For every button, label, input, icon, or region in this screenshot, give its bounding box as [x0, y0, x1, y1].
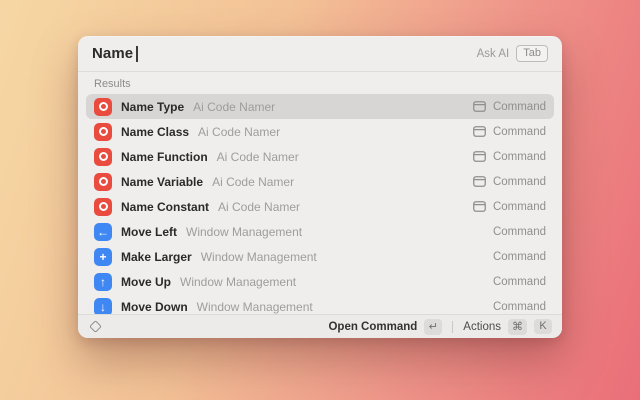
k-keycap: K: [534, 319, 552, 334]
result-title: Name Function: [121, 149, 208, 164]
result-title: Name Constant: [121, 199, 210, 214]
ask-ai-label[interactable]: Ask AI: [477, 48, 510, 60]
footer-bar: Open Command ↵ Actions ⌘ K: [78, 314, 562, 338]
raycast-logo-icon: [89, 320, 102, 333]
tab-keycap: Tab: [516, 45, 548, 62]
command-icon: [94, 147, 112, 166]
command-icon: [94, 197, 112, 216]
view-window-icon: [473, 201, 486, 212]
result-title: Name Type: [121, 99, 185, 114]
result-subtitle: Ai Code Namer: [193, 99, 276, 114]
result-row[interactable]: ↓ Move Down Window Management Command: [86, 294, 554, 314]
cmd-keycap: ⌘: [508, 318, 527, 335]
result-row[interactable]: Name Type Ai Code Namer Command: [86, 94, 554, 119]
lifebuoy-glyph: [98, 177, 108, 186]
result-type-label: Command: [492, 225, 546, 238]
result-title: Move Left: [121, 224, 178, 239]
result-type-label: Command: [492, 175, 546, 188]
search-input[interactable]: Name: [92, 45, 133, 62]
result-row[interactable]: Name Class Ai Code Namer Command: [86, 119, 554, 144]
result-type-label: Command: [492, 250, 546, 263]
command-icon: [94, 97, 112, 116]
view-window-icon: [473, 126, 486, 137]
result-subtitle: Window Management: [186, 224, 303, 239]
return-keycap: ↵: [424, 318, 443, 335]
raycast-launcher-window: Name Ask AI Tab Results Name Type Ai Cod…: [78, 36, 562, 338]
result-title: Name Variable: [121, 174, 204, 189]
result-subtitle: Window Management: [200, 249, 317, 264]
result-row[interactable]: Name Variable Ai Code Namer Command: [86, 169, 554, 194]
result-subtitle: Ai Code Namer: [212, 174, 295, 189]
result-row[interactable]: Name Constant Ai Code Namer Command: [86, 194, 554, 219]
lifebuoy-glyph: [98, 202, 108, 211]
result-title: Move Up: [121, 274, 172, 289]
command-icon: [94, 122, 112, 141]
results-section-header: Results: [94, 78, 131, 90]
lifebuoy-glyph: [98, 152, 108, 161]
result-subtitle: Window Management: [196, 299, 313, 314]
result-subtitle: Ai Code Namer: [216, 149, 299, 164]
lifebuoy-glyph: [98, 127, 108, 136]
result-type-label: Command: [492, 100, 546, 113]
results-list[interactable]: Name Type Ai Code Namer Command Name Cla…: [78, 92, 562, 314]
open-command-button[interactable]: Open Command: [328, 321, 417, 333]
result-row[interactable]: + Make Larger Window Management Command: [86, 244, 554, 269]
result-title: Name Class: [121, 124, 190, 139]
result-subtitle: Ai Code Namer: [218, 199, 301, 214]
view-window-icon: [473, 151, 486, 162]
result-title: Make Larger: [121, 249, 192, 264]
text-cursor: [136, 45, 138, 62]
result-subtitle: Ai Code Namer: [198, 124, 281, 139]
view-window-icon: [473, 176, 486, 187]
lifebuoy-glyph: [98, 102, 108, 111]
command-icon: ↓: [94, 297, 112, 314]
command-icon: ←: [94, 222, 112, 241]
result-title: Move Down: [121, 299, 188, 314]
search-bar[interactable]: Name Ask AI Tab: [78, 36, 562, 72]
result-subtitle: Window Management: [180, 274, 297, 289]
result-type-label: Command: [492, 300, 546, 313]
command-icon: +: [94, 247, 112, 266]
result-type-label: Command: [492, 150, 546, 163]
view-window-icon: [473, 101, 486, 112]
command-icon: ↑: [94, 272, 112, 291]
result-type-label: Command: [492, 125, 546, 138]
result-row[interactable]: Name Function Ai Code Namer Command: [86, 144, 554, 169]
footer-divider: [452, 320, 454, 333]
result-row[interactable]: ↑ Move Up Window Management Command: [86, 269, 554, 294]
result-row[interactable]: ← Move Left Window Management Command: [86, 219, 554, 244]
result-type-label: Command: [492, 275, 546, 288]
command-icon: [94, 172, 112, 191]
result-type-label: Command: [492, 200, 546, 213]
actions-button[interactable]: Actions: [463, 321, 501, 333]
